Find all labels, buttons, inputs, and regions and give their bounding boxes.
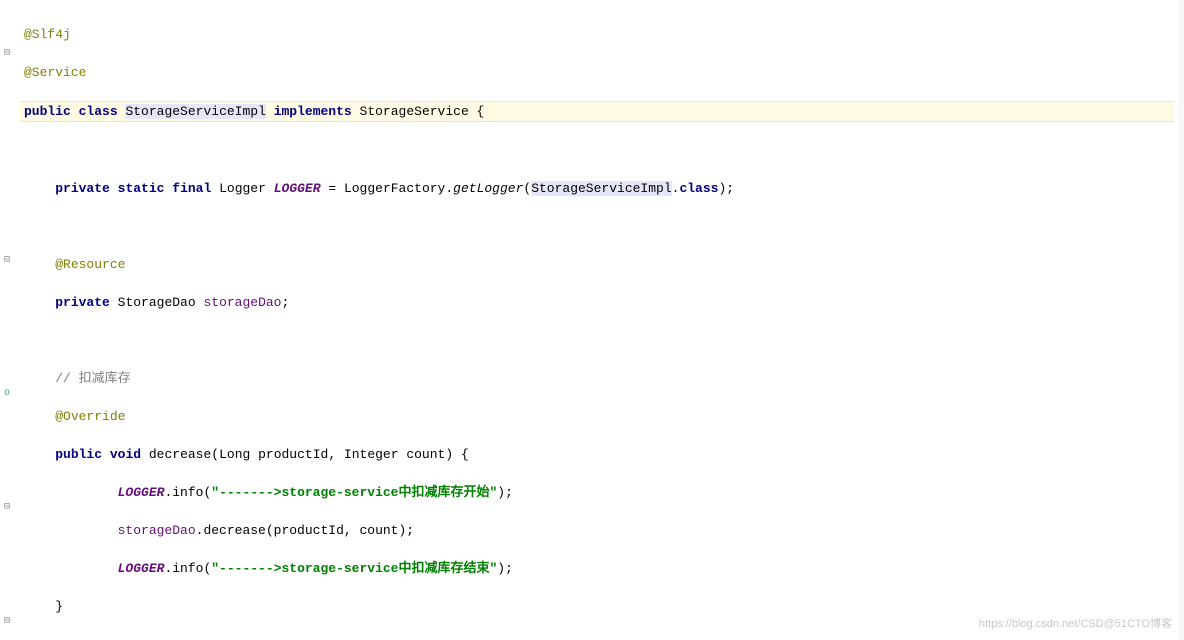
- annotation-slf4j: @Slf4j: [24, 27, 71, 42]
- annotation-service: @Service: [24, 65, 86, 80]
- code-content[interactable]: @Slf4j @Service public class StorageServ…: [20, 0, 1178, 640]
- annotation-resource: @Resource: [55, 257, 125, 272]
- fold-icon[interactable]: ⊟: [4, 612, 16, 624]
- fold-icon[interactable]: ⊟: [4, 251, 16, 263]
- fold-icon[interactable]: ⊟: [4, 44, 16, 56]
- fold-icon[interactable]: ⊟: [4, 498, 16, 510]
- minimap-scrollbar[interactable]: [1178, 0, 1184, 640]
- override-icon[interactable]: o: [4, 384, 16, 396]
- gutter[interactable]: ⊟ ⊟ o ⊟ ⊟: [0, 0, 20, 640]
- class-declaration[interactable]: public class StorageServiceImpl implemen…: [20, 101, 1174, 122]
- comment: // 扣减库存: [55, 371, 130, 386]
- annotation-override: @Override: [55, 409, 125, 424]
- watermark: https://blog.csdn.net/CSD@51CTO博客: [979, 615, 1172, 634]
- method-decrease: decrease: [149, 447, 211, 462]
- code-editor[interactable]: ⊟ ⊟ o ⊟ ⊟ @Slf4j @Service public class S…: [0, 0, 1184, 640]
